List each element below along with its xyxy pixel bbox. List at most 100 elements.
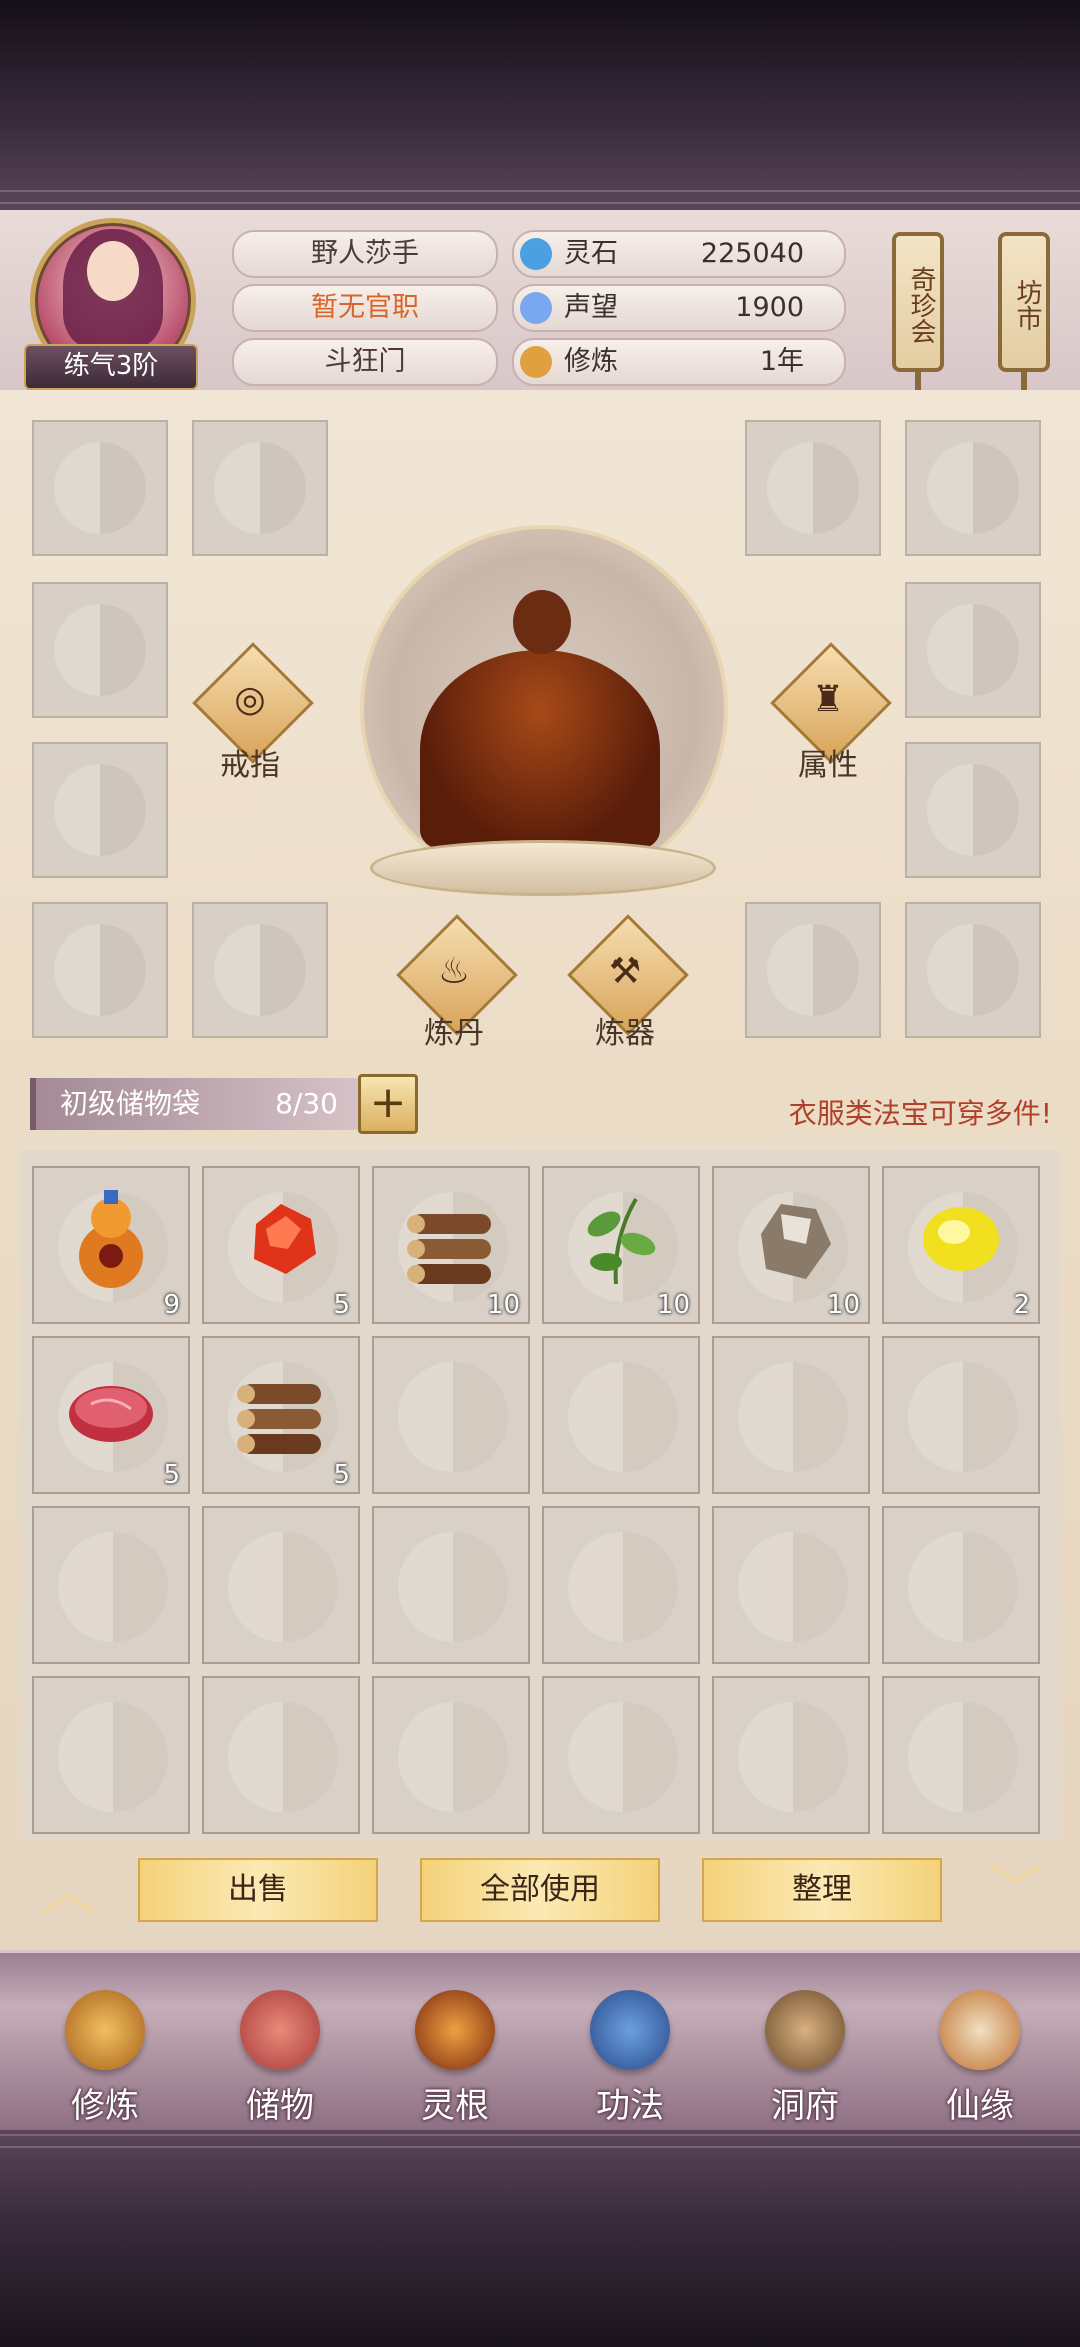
equip-slot[interactable] xyxy=(32,902,168,1038)
attributes-hat-icon: ♜ xyxy=(811,679,845,720)
equip-slot[interactable] xyxy=(905,742,1041,878)
yellow-gem-icon xyxy=(906,1184,1016,1298)
taiji-icon xyxy=(908,1532,1018,1642)
red-gem-icon xyxy=(226,1184,336,1298)
stat-value: 1900 xyxy=(735,292,804,323)
inventory-slot[interactable] xyxy=(712,1676,870,1834)
inventory-slot[interactable]: 5 xyxy=(32,1336,190,1494)
taiji-icon xyxy=(767,924,859,1016)
scroll-up-arrow-icon[interactable]: ︿ xyxy=(38,1862,98,1922)
meditation-icon xyxy=(520,346,552,378)
nav-item-spirit-root[interactable]: 灵根 xyxy=(380,1990,530,2130)
expand-bag-button[interactable]: + xyxy=(358,1074,418,1134)
meditating-figure-head xyxy=(513,590,571,654)
item-quantity: 5 xyxy=(163,1460,180,1490)
taiji-icon xyxy=(214,442,306,534)
inventory-slot[interactable] xyxy=(372,1506,530,1664)
spirit-stone-icon xyxy=(520,238,552,270)
taiji-icon xyxy=(54,924,146,1016)
inventory-slot[interactable] xyxy=(372,1676,530,1834)
equip-slot[interactable] xyxy=(745,902,881,1038)
inventory-slot[interactable] xyxy=(542,1336,700,1494)
equip-slot[interactable] xyxy=(32,582,168,718)
nav-label: 功法 xyxy=(596,2086,664,2126)
inventory-slot[interactable]: 10 xyxy=(372,1166,530,1324)
taiji-icon xyxy=(58,1702,168,1812)
player-name: 野人莎手 xyxy=(232,230,498,278)
treasure-auction-lantern[interactable]: 奇珍会 xyxy=(892,232,944,372)
hint-text: 衣服类法宝可穿多件! xyxy=(788,1097,1052,1130)
inventory-slot[interactable]: 5 xyxy=(202,1336,360,1494)
raw-meat-icon xyxy=(56,1354,166,1468)
nav-label: 洞府 xyxy=(771,2086,839,2126)
inventory-slot[interactable] xyxy=(882,1506,1040,1664)
equip-slot[interactable] xyxy=(32,742,168,878)
inventory-slot[interactable]: 9 xyxy=(32,1166,190,1324)
ring-label: 戒指 xyxy=(220,748,280,783)
nav-label: 储物 xyxy=(246,2086,314,2126)
sell-button[interactable]: 出售 xyxy=(138,1858,378,1922)
taiji-icon xyxy=(568,1532,678,1642)
taiji-icon xyxy=(568,1362,678,1472)
taiji-icon xyxy=(927,442,1019,534)
use-all-button[interactable]: 全部使用 xyxy=(420,1858,660,1922)
nav-item-storage[interactable]: 储物 xyxy=(205,1990,355,2130)
taiji-icon xyxy=(228,1702,338,1812)
equip-slot[interactable] xyxy=(192,902,328,1038)
item-quantity: 10 xyxy=(656,1290,690,1320)
taiji-icon xyxy=(767,442,859,534)
inventory-slot[interactable] xyxy=(542,1676,700,1834)
taiji-icon xyxy=(927,764,1019,856)
equip-slot[interactable] xyxy=(905,582,1041,718)
nav-item-immortal-fate[interactable]: 仙缘 xyxy=(905,1990,1055,2130)
inventory-slot[interactable] xyxy=(712,1506,870,1664)
inventory-slot[interactable] xyxy=(202,1506,360,1664)
item-quantity: 5 xyxy=(333,1290,350,1320)
official-title[interactable]: 暂无官职 xyxy=(232,284,498,332)
market-lantern[interactable]: 坊市 xyxy=(998,232,1050,372)
ring-icon: ◎ xyxy=(234,679,266,720)
equip-slot[interactable] xyxy=(745,420,881,556)
item-quantity: 5 xyxy=(333,1460,350,1490)
equip-slot[interactable] xyxy=(905,420,1041,556)
anvil-icon: ⚒ xyxy=(608,951,642,992)
taiji-icon xyxy=(738,1532,848,1642)
item-quantity: 9 xyxy=(163,1290,180,1320)
inventory-slot[interactable]: 10 xyxy=(542,1166,700,1324)
equip-slot[interactable] xyxy=(32,420,168,556)
inventory-slot[interactable] xyxy=(32,1676,190,1834)
wood-logs-icon xyxy=(226,1354,336,1468)
nav-item-technique[interactable]: 功法 xyxy=(555,1990,705,2130)
equip-slot[interactable] xyxy=(905,902,1041,1038)
inventory-slot[interactable] xyxy=(202,1676,360,1834)
nav-label: 灵根 xyxy=(421,2086,489,2126)
bag-name: 初级储物袋 xyxy=(60,1087,201,1120)
organize-button[interactable]: 整理 xyxy=(702,1858,942,1922)
attributes-label: 属性 xyxy=(798,748,858,783)
taiji-icon xyxy=(214,924,306,1016)
inventory-slot[interactable]: 10 xyxy=(712,1166,870,1324)
nav-item-cultivate[interactable]: 修炼 xyxy=(30,1990,180,2130)
inventory-slot[interactable] xyxy=(542,1506,700,1664)
taiji-icon xyxy=(908,1702,1018,1812)
inventory-slot[interactable]: 2 xyxy=(882,1166,1040,1324)
sect-name[interactable]: 斗狂门 xyxy=(232,338,498,386)
inventory-slot[interactable] xyxy=(882,1676,1040,1834)
taiji-icon xyxy=(54,764,146,856)
inventory-slot[interactable] xyxy=(32,1506,190,1664)
inventory-slot[interactable] xyxy=(712,1336,870,1494)
item-quantity: 10 xyxy=(486,1290,520,1320)
scroll-down-arrow-icon[interactable]: ﹀ xyxy=(986,1862,1046,1922)
taiji-icon xyxy=(568,1702,678,1812)
equip-slot[interactable] xyxy=(192,420,328,556)
immortal-fate-icon xyxy=(940,1990,1020,2070)
inventory-slot[interactable] xyxy=(372,1336,530,1494)
stat-label: 灵石 xyxy=(564,238,618,269)
inventory-slot[interactable] xyxy=(882,1336,1040,1494)
bottom-ornament xyxy=(0,2134,1080,2148)
cultivate-icon xyxy=(65,1990,145,2070)
inventory-slot[interactable]: 5 xyxy=(202,1166,360,1324)
stat-prestige: 声望 1900 xyxy=(512,284,846,332)
nav-item-cave[interactable]: 洞府 xyxy=(730,1990,880,2130)
stat-value: 1年 xyxy=(759,346,804,377)
